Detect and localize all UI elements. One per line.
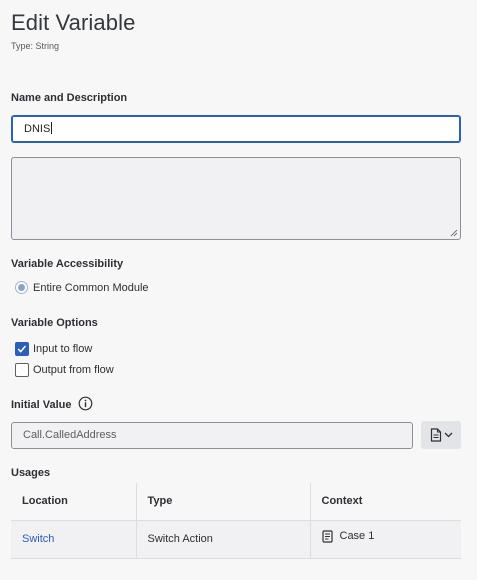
output-from-flow-option[interactable]: Output from flow (15, 363, 114, 377)
expression-menu-button[interactable] (421, 421, 461, 449)
table-row: Switch Switch Action Case 1 (11, 520, 461, 559)
name-description-heading: Name and Description (11, 92, 128, 104)
resize-grip-icon[interactable] (450, 229, 458, 237)
usages-heading: Usages (11, 467, 51, 479)
input-to-flow-option[interactable]: Input to flow (15, 342, 92, 356)
table-header-row: Location Type Context (11, 483, 461, 521)
variable-options-heading: Variable Options (11, 317, 98, 329)
column-header-type[interactable]: Type (135, 483, 310, 521)
output-from-flow-label: Output from flow (33, 364, 114, 376)
column-header-location[interactable]: Location (11, 483, 136, 521)
column-header-context[interactable]: Context (309, 483, 461, 521)
description-textarea[interactable] (11, 157, 461, 240)
usages-table: Location Type Context Switch Switch Acti… (11, 483, 461, 559)
info-circle-icon[interactable] (78, 396, 93, 411)
accessibility-option[interactable]: Entire Common Module (15, 281, 149, 294)
initial-value-input[interactable]: Call.CalledAddress (11, 422, 413, 449)
usage-location-link[interactable]: Switch (22, 533, 54, 545)
edit-variable-panel: Edit Variable Type: String Name and Desc… (0, 0, 477, 580)
usage-context-cell: Case 1 (309, 520, 461, 559)
input-to-flow-label: Input to flow (33, 343, 93, 355)
usage-context-label: Case 1 (339, 530, 375, 542)
text-caret (51, 122, 53, 134)
checkbox-checked-icon[interactable] (15, 342, 29, 356)
accessibility-heading: Variable Accessibility (11, 258, 124, 270)
radio-selected-icon[interactable] (15, 281, 28, 294)
book-icon (321, 529, 333, 543)
page-title: Edit Variable (11, 10, 136, 35)
variable-type-label: Type: String (11, 41, 60, 51)
variable-name-input[interactable]: DNIS (11, 115, 461, 143)
accessibility-option-label: Entire Common Module (33, 281, 149, 294)
checkbox-unchecked-icon[interactable] (15, 363, 29, 377)
initial-value-heading: Initial Value (11, 399, 72, 411)
usage-type-cell: Switch Action (135, 520, 310, 559)
chevron-down-icon (444, 432, 452, 438)
variable-name-value: DNIS (24, 123, 51, 135)
document-icon (430, 428, 441, 442)
